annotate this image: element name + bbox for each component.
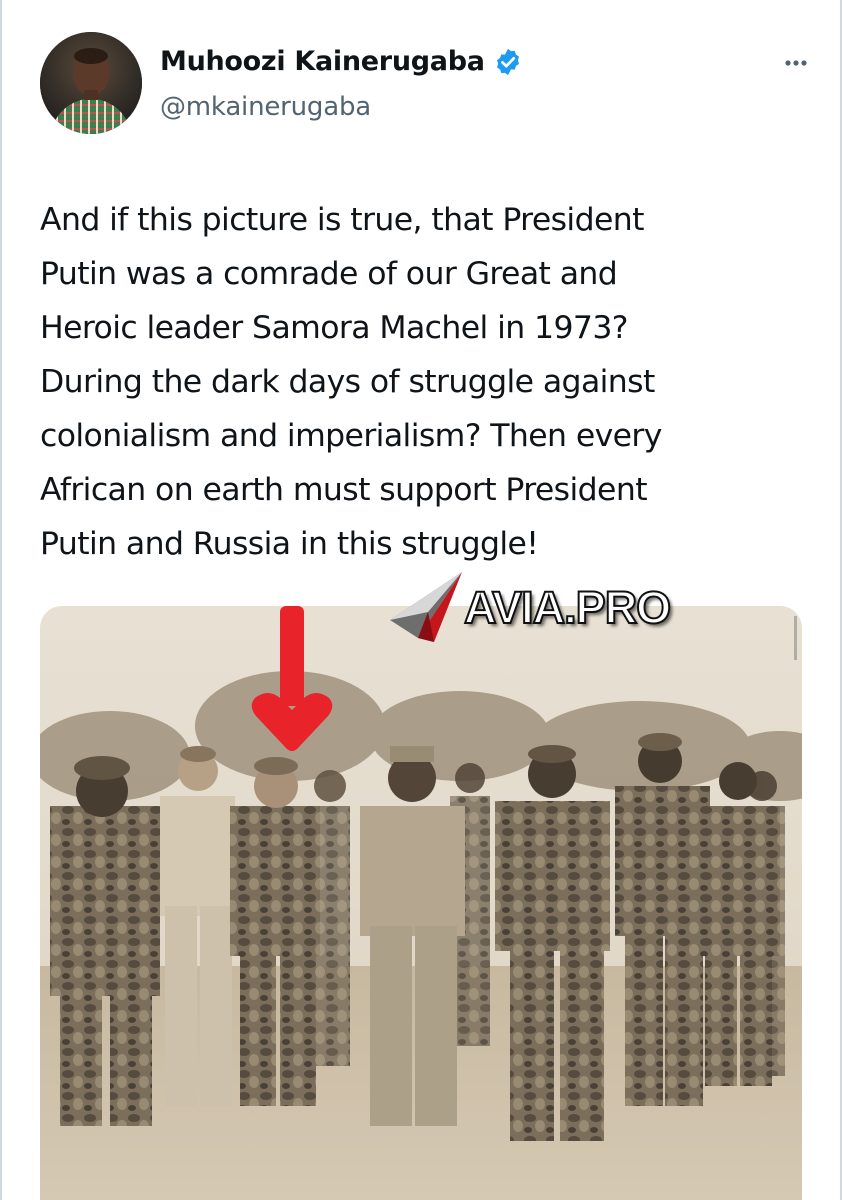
author-avatar[interactable] bbox=[40, 32, 142, 134]
post-text-line: African on earth must support President bbox=[40, 472, 648, 508]
author-handle[interactable]: @mkainerugaba bbox=[160, 92, 371, 122]
post-text-line: colonialism and imperialism? Then every bbox=[40, 418, 662, 454]
avatar-image bbox=[40, 32, 142, 134]
post-text: And if this picture is true, that Presid… bbox=[40, 193, 800, 571]
photo-soldiers-marching bbox=[40, 606, 802, 1200]
post-photo[interactable] bbox=[40, 606, 802, 1200]
author-name[interactable]: Muhoozi Kainerugaba bbox=[160, 46, 485, 77]
more-options-button[interactable] bbox=[776, 48, 816, 78]
post-text-line: Heroic leader Samora Machel in 1973? bbox=[40, 310, 629, 346]
post-text-line: Putin and Russia in this struggle! bbox=[40, 526, 539, 562]
verified-badge-icon bbox=[493, 47, 523, 77]
frame-border-left bbox=[0, 0, 2, 1200]
post-text-line: And if this picture is true, that Presid… bbox=[40, 202, 644, 238]
post-text-line: Putin was a comrade of our Great and bbox=[40, 256, 618, 292]
watermark-text: AVIA.PRO bbox=[463, 581, 672, 634]
watermark-logo-icon bbox=[390, 572, 462, 642]
post-text-line: During the dark days of struggle against bbox=[40, 364, 655, 400]
more-options-icon bbox=[785, 60, 807, 66]
author-name-row: Muhoozi Kainerugaba bbox=[160, 46, 523, 77]
post-header: Muhoozi Kainerugaba @mkainerugaba bbox=[40, 32, 810, 142]
watermark: AVIA.PRO bbox=[388, 568, 708, 648]
